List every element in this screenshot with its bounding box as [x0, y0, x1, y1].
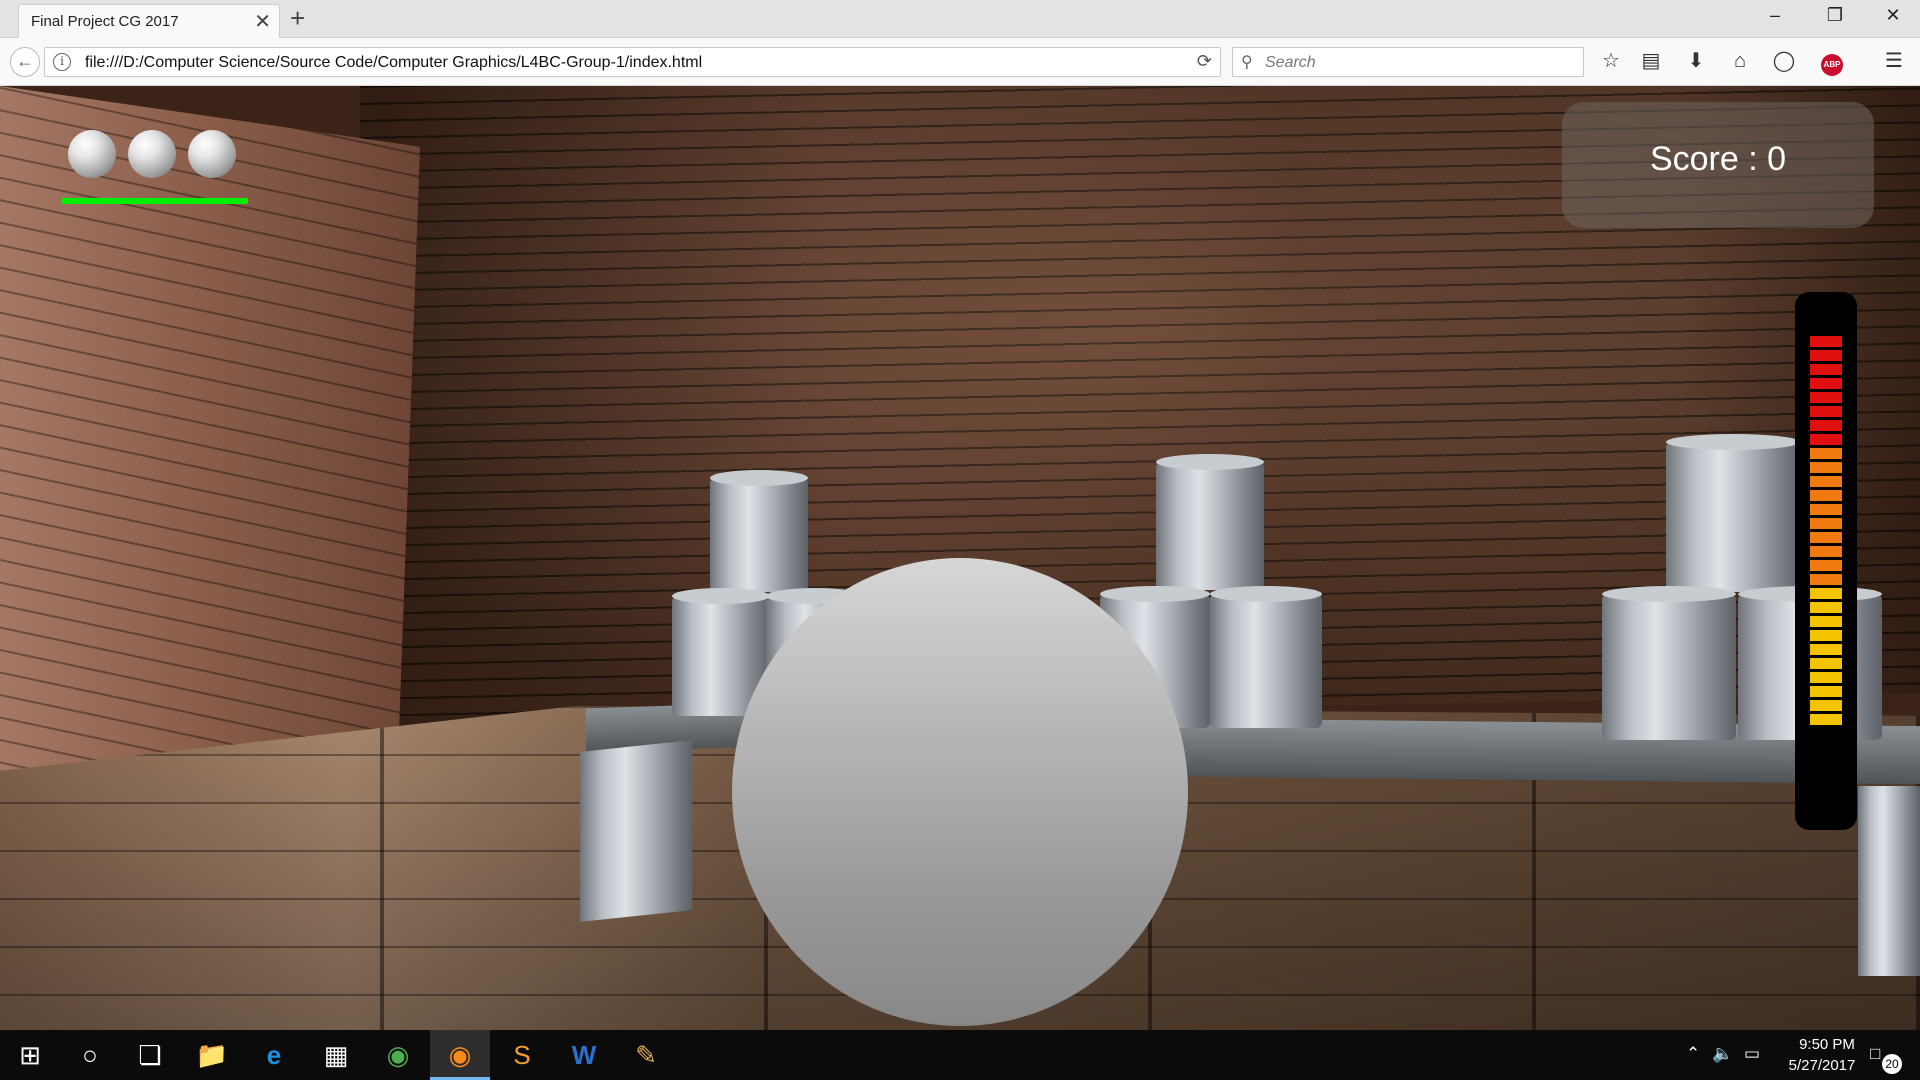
minimize-icon[interactable]: –	[1760, 5, 1790, 26]
power-meter-segment	[1810, 420, 1842, 431]
power-meter-segment	[1810, 532, 1842, 543]
url-text[interactable]: file:///D:/Computer Science/Source Code/…	[85, 54, 702, 72]
battery-icon[interactable]: ▭	[1744, 1044, 1760, 1064]
score-panel: Score : 0	[1562, 102, 1874, 228]
power-meter-segment	[1810, 672, 1842, 683]
active-tab[interactable]: Final Project CG 2017 ✕	[18, 4, 280, 38]
power-meter-segment	[1810, 588, 1842, 599]
power-meter-segment	[1810, 364, 1842, 375]
home-icon[interactable]: ⌂	[1726, 48, 1754, 76]
chrome-icon[interactable]: ◉	[368, 1030, 428, 1080]
clock-date[interactable]: 5/27/2017	[1772, 1057, 1872, 1074]
cortana-icon[interactable]: ○	[60, 1030, 120, 1080]
taskbar: ⊞ ○ ❏ 📁 e ▦ ◉ ◉ S W ✎ ⌃ 🔈 ▭ 9:50 PM 5/27…	[0, 1030, 1920, 1080]
power-meter-segment	[1810, 392, 1842, 403]
firefox-icon[interactable]: ◉	[430, 1030, 490, 1080]
score-text: Score : 0	[1649, 140, 1787, 178]
tab-strip: Final Project CG 2017 ✕ + – ❐ ✕	[0, 0, 1920, 38]
search-icon: ⚲	[1241, 54, 1253, 71]
power-meter-segment	[1810, 602, 1842, 613]
can[interactable]	[710, 470, 808, 592]
bookmark-star-icon[interactable]: ☆	[1597, 48, 1625, 76]
throwing-ball[interactable]	[732, 558, 1188, 1026]
power-meter-segment	[1810, 476, 1842, 487]
search-placeholder: Search	[1265, 54, 1316, 71]
adblock-icon[interactable]: ABP	[1818, 48, 1846, 76]
power-meter-segment	[1810, 490, 1842, 501]
power-meter-segment	[1810, 714, 1842, 725]
start-icon[interactable]: ⊞	[0, 1030, 60, 1080]
can[interactable]	[1156, 454, 1264, 590]
word-icon[interactable]: W	[554, 1030, 614, 1080]
tab-title: Final Project CG 2017	[31, 13, 179, 30]
show-hidden-icons-icon[interactable]: ⌃	[1686, 1044, 1700, 1064]
life-ball-icon	[128, 130, 176, 178]
table-leg-right	[1858, 786, 1920, 976]
file-explorer-icon[interactable]: 📁	[182, 1030, 242, 1080]
life-ball-icon	[68, 130, 116, 178]
info-icon[interactable]: i	[53, 53, 71, 71]
game-canvas[interactable]: Score : 0	[0, 86, 1920, 1030]
close-tab-icon[interactable]: ✕	[254, 9, 271, 34]
reload-icon[interactable]: ⟳	[1197, 51, 1212, 72]
power-meter-segment	[1810, 518, 1842, 529]
power-meter-segment	[1810, 700, 1842, 711]
menu-icon[interactable]: ☰	[1880, 48, 1908, 76]
notification-count: 20	[1882, 1054, 1902, 1074]
back-button[interactable]: ←	[10, 47, 40, 77]
new-tab-button[interactable]: +	[290, 3, 305, 34]
power-meter-segment	[1810, 336, 1842, 347]
restore-icon[interactable]: ❐	[1820, 5, 1850, 26]
power-meter-segment	[1810, 658, 1842, 669]
store-icon[interactable]: ▦	[306, 1030, 366, 1080]
can[interactable]	[1210, 586, 1322, 728]
edge-icon[interactable]: e	[244, 1030, 304, 1080]
notifications-icon[interactable]: □	[1870, 1044, 1880, 1064]
sublime-icon[interactable]: S	[492, 1030, 552, 1080]
power-meter-segment	[1810, 504, 1842, 515]
power-meter-segment	[1810, 448, 1842, 459]
power-meter-segment	[1810, 546, 1842, 557]
close-window-icon[interactable]: ✕	[1878, 5, 1908, 26]
power-meter-segment	[1810, 686, 1842, 697]
health-bar	[62, 198, 248, 204]
address-bar[interactable]: i file:///D:/Computer Science/Source Cod…	[44, 47, 1221, 77]
pocket-icon[interactable]: ◯	[1770, 48, 1798, 76]
power-meter-segment	[1810, 434, 1842, 445]
power-meter-segment	[1810, 462, 1842, 473]
power-meter-segment	[1810, 616, 1842, 627]
volume-icon[interactable]: 🔈	[1712, 1044, 1733, 1064]
power-meter-segment	[1810, 630, 1842, 641]
paint-icon[interactable]: ✎	[616, 1030, 676, 1080]
power-meter-segment	[1810, 560, 1842, 571]
search-input[interactable]: ⚲ Search	[1232, 47, 1584, 77]
life-ball-icon	[188, 130, 236, 178]
power-meter	[1795, 292, 1857, 830]
table-leg-left	[580, 740, 692, 922]
power-meter-segment	[1810, 378, 1842, 389]
can[interactable]	[1602, 586, 1736, 740]
reading-list-icon[interactable]: ▤	[1637, 48, 1665, 76]
power-meter-segment	[1810, 350, 1842, 361]
clock-time[interactable]: 9:50 PM	[1782, 1036, 1872, 1053]
power-meter-segment	[1810, 406, 1842, 417]
power-meter-segment	[1810, 644, 1842, 655]
task-view-icon[interactable]: ❏	[120, 1030, 180, 1080]
navigation-toolbar: ← i file:///D:/Computer Science/Source C…	[0, 38, 1920, 86]
can[interactable]	[1666, 434, 1800, 592]
power-meter-segment	[1810, 574, 1842, 585]
download-icon[interactable]: ⬇	[1682, 48, 1710, 76]
